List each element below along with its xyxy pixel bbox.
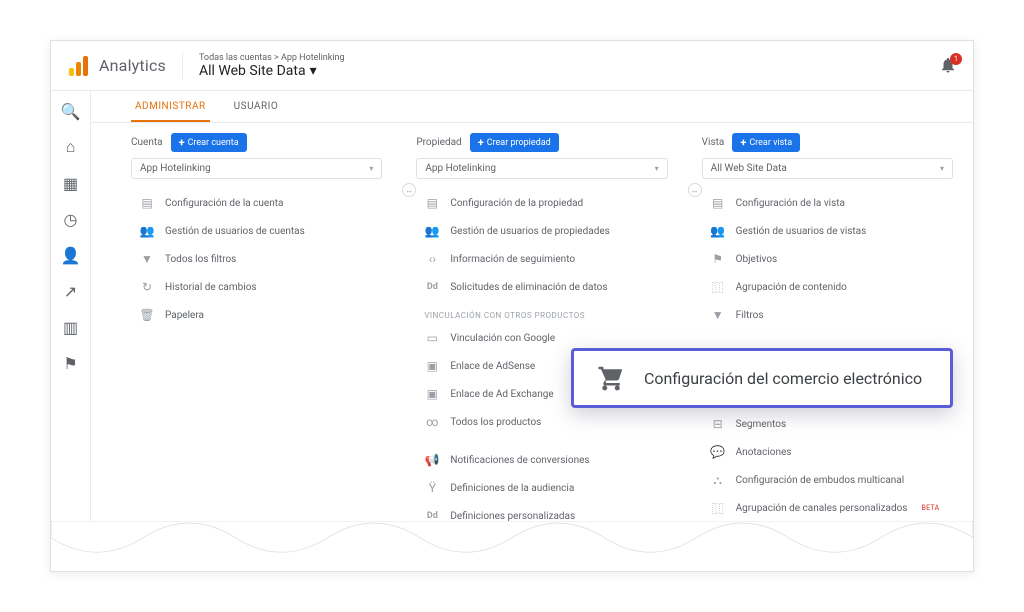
view-settings[interactable]: ▤Configuración de la vista [702, 189, 953, 217]
property-settings[interactable]: ▤Configuración de la propiedad [416, 189, 667, 217]
users-icon: 👥 [139, 223, 155, 239]
realtime-icon[interactable]: ◷ [59, 207, 83, 231]
goal-flag-icon: ⚑ [710, 251, 726, 267]
account-settings[interactable]: ▤Configuración de la cuenta [131, 189, 382, 217]
all-products[interactable]: ∞Todos los productos [416, 408, 667, 436]
channels-icon: ⿲ [710, 500, 726, 516]
users-icon: 👥 [710, 223, 726, 239]
settings-card-icon: ▤ [139, 195, 155, 211]
plus-icon: + [179, 136, 185, 149]
account-label: Cuenta [131, 137, 163, 148]
view-column: Vista +Crear vista All Web Site Data▾ ▤C… [702, 133, 973, 521]
code-icon: ‹› [424, 251, 440, 267]
account-user-mgmt[interactable]: 👥Gestión de usuarios de cuentas [131, 217, 382, 245]
conversions-icon[interactable]: ⚑ [59, 351, 83, 375]
acquisition-icon[interactable]: ↗ [59, 279, 83, 303]
notifications-button[interactable]: 1 [939, 56, 957, 76]
create-account-button[interactable]: +Crear cuenta [171, 133, 247, 152]
dashboard-icon[interactable]: ▦ [59, 171, 83, 195]
account-column: Cuenta +Crear cuenta App Hotelinking▾ ▤C… [131, 133, 402, 521]
product-linking-section: VINCULACIÓN CON OTROS PRODUCTOS [416, 301, 667, 324]
column-handle-icon[interactable]: ↔ [402, 183, 416, 197]
remarketing[interactable]: 📢Notificaciones de conversiones [416, 446, 667, 474]
plus-icon: + [740, 136, 746, 149]
history-icon: ↻ [139, 279, 155, 295]
ecommerce-settings-highlight[interactable]: Configuración del comercio electrónico [571, 348, 953, 408]
property-picker[interactable]: App Hotelinking▾ [416, 158, 667, 179]
mcf-settings[interactable]: ⛬Configuración de embudos multicanal [702, 466, 953, 494]
account-filters[interactable]: ▼Todos los filtros [131, 245, 382, 273]
tabs: ADMINISTRAR USUARIO [91, 91, 973, 123]
tab-user[interactable]: USUARIO [230, 93, 283, 122]
caret-down-icon: ▾ [655, 164, 659, 173]
behavior-icon[interactable]: ▥ [59, 315, 83, 339]
view-picker[interactable]: All Web Site Data▾ [702, 158, 953, 179]
custom-defs[interactable]: DdDefiniciones personalizadas [416, 502, 667, 521]
breadcrumb-wrap[interactable]: Todas las cuentas > App Hotelinking All … [182, 53, 345, 79]
users-icon: 👥 [424, 223, 440, 239]
tab-admin[interactable]: ADMINISTRAR [131, 93, 210, 122]
breadcrumb: Todas las cuentas > App Hotelinking [199, 53, 345, 63]
create-property-button[interactable]: +Crear propiedad [470, 133, 559, 152]
column-handle-icon[interactable]: ↔ [688, 183, 702, 197]
ecommerce-callout: Configuración del comercio electrónico [571, 348, 953, 408]
account-picker[interactable]: App Hotelinking▾ [131, 158, 382, 179]
property-tracking[interactable]: ‹›Información de seguimiento [416, 245, 667, 273]
plus-icon: + [478, 136, 484, 149]
filter-icon: ▼ [710, 307, 726, 323]
infinity-icon: ∞ [424, 414, 440, 430]
search-icon[interactable]: 🔍 [59, 99, 83, 123]
dd-icon: Dd [424, 508, 440, 521]
goals[interactable]: ⚑Objetivos [702, 245, 953, 273]
property-column: Propiedad +Crear propiedad App Hotelinki… [416, 133, 687, 521]
account-history[interactable]: ↻Historial de cambios [131, 273, 382, 301]
left-nav: 🔍 ⌂ ▦ ◷ 👤 ↗ ▥ ⚑ [51, 91, 91, 521]
adsense-icon: ▣ [424, 358, 440, 374]
view-selector[interactable]: All Web Site Data ▾ [199, 63, 345, 79]
create-view-button[interactable]: +Crear vista [732, 133, 800, 152]
funnel-icon: ⛬ [710, 472, 726, 488]
caret-down-icon: ▾ [310, 63, 317, 79]
view-user-mgmt[interactable]: 👥Gestión de usuarios de vistas [702, 217, 953, 245]
trash-icon: 🗑 [139, 307, 155, 323]
segments-icon: ⊟ [710, 416, 726, 432]
home-icon[interactable]: ⌂ [59, 135, 83, 159]
content-grouping[interactable]: ⿲Agrupación de contenido [702, 273, 953, 301]
megaphone-icon: 📢 [424, 452, 440, 468]
analytics-logo-icon [67, 54, 91, 78]
segments[interactable]: ⊟Segmentos [702, 410, 953, 438]
view-filters[interactable]: ▼Filtros [702, 301, 953, 329]
product-name: Analytics [99, 56, 166, 75]
audience-icon[interactable]: 👤 [59, 243, 83, 267]
decorative-wave [51, 521, 973, 571]
notification-badge: 1 [950, 53, 962, 65]
settings-card-icon: ▤ [424, 195, 440, 211]
property-label: Propiedad [416, 137, 461, 148]
logo: Analytics [67, 54, 166, 78]
view-label: Vista [702, 137, 725, 148]
caret-down-icon: ▾ [369, 164, 373, 173]
account-trash[interactable]: 🗑Papelera [131, 301, 382, 329]
filter-icon: ▼ [139, 251, 155, 267]
property-deletion[interactable]: DdSolicitudes de eliminación de datos [416, 273, 667, 301]
channel-grouping[interactable]: ⿲Agrupación de canales personalizadosBET… [702, 494, 953, 521]
shopping-cart-icon [594, 363, 628, 393]
caret-down-icon: ▾ [940, 164, 944, 173]
google-ads-icon: ▭ [424, 330, 440, 346]
dd-icon: Dd [424, 279, 440, 295]
grouping-icon: ⿲ [710, 279, 726, 295]
audience-defs[interactable]: ŸDefiniciones de la audiencia [416, 474, 667, 502]
callout-text: Configuración del comercio electrónico [644, 369, 922, 388]
annotations-icon: 💬 [710, 444, 726, 460]
adexchange-icon: ▣ [424, 386, 440, 402]
top-bar: Analytics Todas las cuentas > App Hoteli… [51, 41, 973, 91]
settings-card-icon: ▤ [710, 195, 726, 211]
property-user-mgmt[interactable]: 👥Gestión de usuarios de propiedades [416, 217, 667, 245]
audience-icon: Ÿ [424, 480, 440, 496]
annotations[interactable]: 💬Anotaciones [702, 438, 953, 466]
